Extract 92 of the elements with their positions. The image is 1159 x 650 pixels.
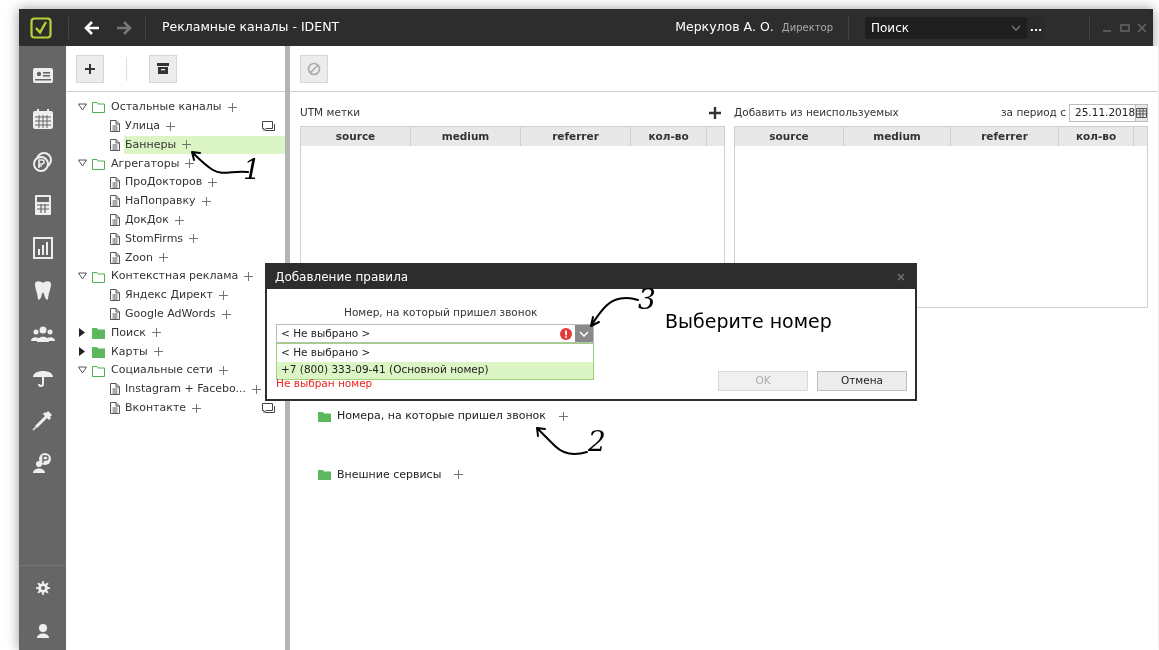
annotation-number: 1 xyxy=(243,156,261,184)
add-icon[interactable] xyxy=(185,159,195,169)
tree-item[interactable]: Поиск xyxy=(111,324,146,342)
section-title: UTM метки xyxy=(300,105,361,121)
column-header[interactable]: referrer xyxy=(521,127,631,146)
document-icon xyxy=(110,289,120,302)
plus-icon xyxy=(84,62,96,75)
tree-item[interactable]: Агрегаторы xyxy=(111,155,180,173)
folder-icon xyxy=(92,270,105,283)
folder-icon xyxy=(92,326,105,339)
annotation-arrow xyxy=(533,424,589,458)
back-arrow-icon[interactable] xyxy=(83,18,102,37)
close-icon[interactable] xyxy=(897,273,905,281)
annotation-text: Выберите номер xyxy=(665,312,832,331)
search-field[interactable]: Поиск ... xyxy=(865,16,1045,39)
section-title: Добавить из неиспользуемых xyxy=(734,105,899,121)
add-icon[interactable] xyxy=(709,107,721,119)
tree-item[interactable]: Улица xyxy=(124,116,285,136)
date-field[interactable]: 25.11.2018 xyxy=(1069,104,1148,122)
period-label: за период с xyxy=(1001,105,1066,121)
close-icon[interactable] xyxy=(1137,22,1147,33)
dialog-title: Добавление правила xyxy=(275,269,409,286)
tree-item[interactable]: Вконтакте xyxy=(124,398,285,418)
collapse-triangle-icon[interactable] xyxy=(78,159,87,169)
tree-item[interactable]: НаПоправку xyxy=(124,192,285,211)
tree-item[interactable]: Zoon xyxy=(124,248,285,268)
more-button[interactable]: ... xyxy=(1027,16,1045,39)
group-title[interactable]: Внешние сервисы xyxy=(337,466,442,483)
document-icon xyxy=(110,139,120,151)
column-header[interactable]: кол-во xyxy=(631,127,707,146)
check-logo-icon xyxy=(30,16,52,39)
folder-icon xyxy=(318,469,331,481)
user-icon[interactable] xyxy=(35,622,50,638)
calendar-icon[interactable] xyxy=(30,106,55,131)
error-message: Не выбран номер xyxy=(276,376,373,391)
annotation-number: 3 xyxy=(638,286,656,314)
column-header[interactable]: source xyxy=(301,127,411,146)
document-icon xyxy=(110,195,120,208)
user-role: Директор xyxy=(781,21,833,35)
tree-item[interactable]: Социальные сети xyxy=(111,362,213,379)
tree-item[interactable]: Контекстная реклама xyxy=(111,268,239,285)
user-name: Меркулов А. О. xyxy=(675,18,774,37)
document-icon xyxy=(110,214,120,227)
tree-item[interactable]: ДокДок xyxy=(124,210,285,230)
number-dropdown[interactable]: < Не выбрано > xyxy=(276,324,594,343)
forward-arrow-icon[interactable] xyxy=(115,18,133,37)
collapse-triangle-icon[interactable] xyxy=(78,272,87,282)
document-icon xyxy=(110,176,120,189)
chevron-down-icon[interactable] xyxy=(1011,24,1021,31)
expand-triangle-icon[interactable] xyxy=(78,347,87,357)
dropdown-option[interactable]: < Не выбрано > xyxy=(277,344,593,362)
tree-item[interactable]: Баннеры xyxy=(124,135,285,155)
window-title: Рекламные каналы - IDENT xyxy=(162,18,340,37)
document-icon xyxy=(110,251,120,264)
document-icon xyxy=(110,383,120,396)
forbidden-icon xyxy=(307,61,321,76)
bar-chart-icon[interactable] xyxy=(30,235,55,260)
comment-icon[interactable] xyxy=(262,121,275,132)
calendar-icon[interactable] xyxy=(1136,108,1148,118)
archive-button[interactable] xyxy=(149,54,177,83)
folder-icon xyxy=(92,345,105,358)
tree-item[interactable]: Остальные каналы xyxy=(111,99,222,116)
column-header[interactable]: medium xyxy=(411,127,521,146)
group-title[interactable]: Номера, на которые пришел звонок xyxy=(337,408,546,425)
document-icon xyxy=(110,308,120,321)
expand-triangle-icon[interactable] xyxy=(78,328,87,338)
collapse-triangle-icon[interactable] xyxy=(78,366,87,376)
folder-icon xyxy=(92,157,105,170)
tree-item[interactable]: Яндекс Директ xyxy=(124,285,285,305)
document-icon xyxy=(110,402,120,415)
annotation-number: 2 xyxy=(588,428,606,456)
settings-icon[interactable] xyxy=(35,581,50,595)
column-header[interactable]: referrer xyxy=(951,127,1059,146)
add-button[interactable] xyxy=(76,54,104,83)
folder-icon xyxy=(92,364,105,377)
document-icon xyxy=(110,120,120,133)
tree-item[interactable]: Google AdWords xyxy=(124,304,285,324)
dialog-button[interactable]: Отмена xyxy=(817,371,907,391)
document-icon xyxy=(110,232,120,245)
coin-icon[interactable] xyxy=(30,149,55,174)
tree-item[interactable]: StomFirms xyxy=(124,229,285,249)
archive-icon xyxy=(156,62,170,75)
dropdown-option[interactable]: +7 (800) 333-09-41 (Основной номер) xyxy=(277,361,593,379)
collapse-triangle-icon[interactable] xyxy=(78,102,87,112)
column-header[interactable]: medium xyxy=(844,127,951,146)
folder-icon xyxy=(92,101,105,114)
tree-item[interactable]: Карты xyxy=(111,343,148,360)
field-label: Номер, на который пришел звонок xyxy=(344,305,538,320)
column-header[interactable]: source xyxy=(735,127,844,146)
comment-icon[interactable] xyxy=(262,403,275,414)
column-header[interactable]: кол-во xyxy=(1059,127,1134,146)
folder-icon xyxy=(318,410,331,422)
